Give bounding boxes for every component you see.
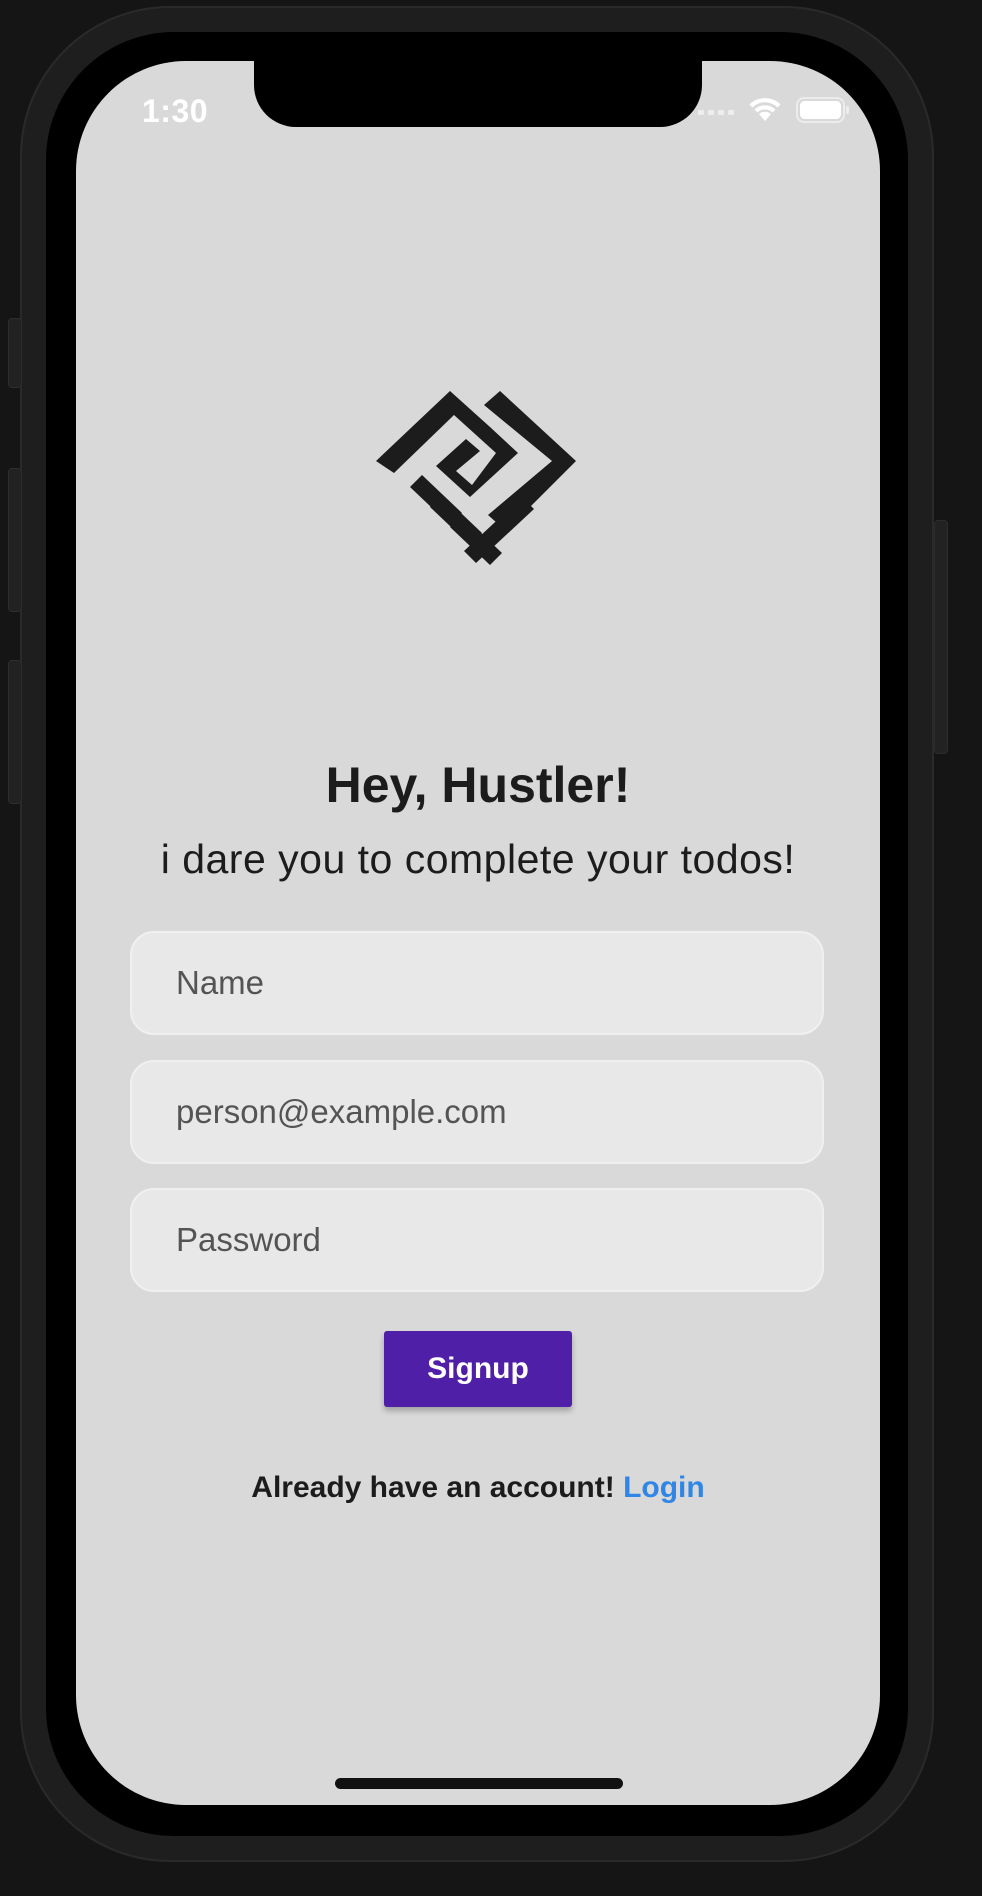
home-indicator[interactable] (335, 1778, 623, 1789)
device-volume-up-button (8, 468, 22, 612)
device-silent-switch (8, 318, 22, 388)
email-field[interactable] (130, 1060, 824, 1164)
status-time: 1:30 (142, 93, 209, 129)
status-icons (698, 97, 850, 123)
wifi-icon (749, 98, 781, 121)
app-screen: 1:30 Hey, Hustler! i dare you to complet… (76, 61, 880, 1805)
password-field[interactable] (130, 1188, 824, 1292)
name-field[interactable] (130, 931, 824, 1035)
page-title: Hey, Hustler! (325, 757, 631, 813)
signup-button[interactable]: Signup (384, 1331, 572, 1407)
login-link[interactable]: Login (623, 1471, 705, 1504)
battery-icon (796, 97, 849, 123)
device-notch (254, 61, 702, 127)
signal-icon (698, 110, 734, 115)
login-prompt: Already have an account! Login (76, 1471, 880, 1505)
device-volume-down-button (8, 660, 22, 804)
login-prompt-text: Already have an account! (251, 1471, 624, 1504)
device-power-button (934, 520, 948, 754)
page-subtitle: i dare you to complete your todos! (160, 836, 796, 882)
handshake-diamond-logo-icon (376, 391, 576, 565)
